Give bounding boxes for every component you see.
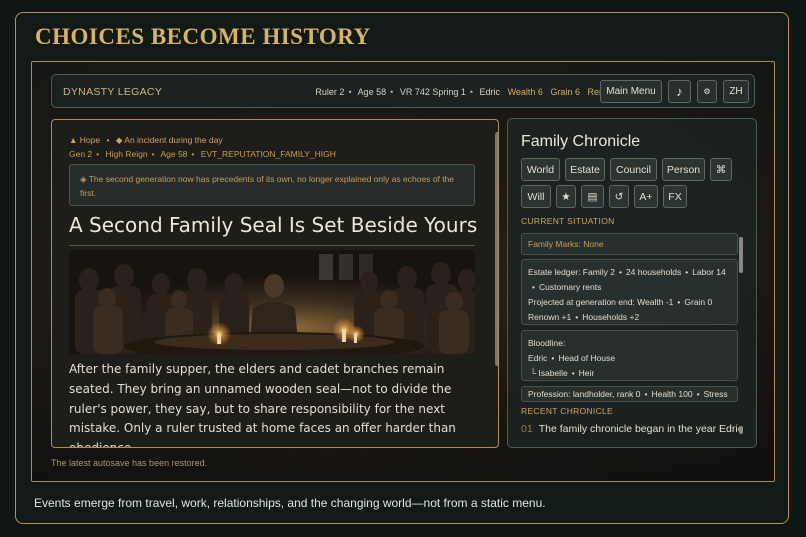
main-menu-button[interactable]: Main Menu	[600, 80, 662, 103]
event-title: A Second Family Seal Is Set Beside Yours	[69, 213, 478, 237]
head-role: Head of House	[558, 353, 616, 363]
command-icon[interactable]: ⌘	[710, 158, 732, 181]
wealth-stat: Wealth 6	[507, 87, 543, 97]
event-body-text: After the family supper, the elders and …	[69, 362, 456, 447]
language-toggle-button[interactable]: ZH	[723, 80, 749, 103]
date-stat: VR 742 Spring 1	[399, 87, 466, 97]
mood-label: ▲ Hope	[69, 135, 101, 145]
estate-button[interactable]: Estate	[565, 158, 605, 181]
projection-wealth: Projected at generation end: Wealth -1	[528, 297, 674, 307]
star-icon[interactable]: ★	[556, 185, 576, 208]
story-panel: ▲ Hope • ◆ An incident during the day Ge…	[51, 119, 499, 448]
settings-gear-icon[interactable]: ⚙	[697, 80, 717, 103]
head-name: Edric	[528, 353, 548, 363]
bloodline-label: Bloodline:	[528, 338, 566, 348]
grain-stat: Grain 6	[550, 87, 580, 97]
event-meta-line2: Gen 2 • High Reign • Age 58 • EVT_REPUTATIO…	[69, 149, 336, 159]
top-bar: DYNASTY LEGACY Ruler 2 • Age 58 • VR 742 S…	[51, 74, 755, 108]
ruler-stat: Ruler 2	[315, 87, 345, 97]
recent-chronicle-label: RECENT CHRONICLE	[521, 406, 614, 416]
projection-households: Households +2	[582, 312, 640, 322]
generation-label: Gen 2	[69, 149, 93, 159]
heir-role: Heir	[578, 368, 595, 378]
profession-line: Profession: landholder, rank 0	[528, 389, 641, 399]
chronicle-panel: Family Chronicle World Estate Council Pe…	[507, 118, 757, 448]
promo-headline: CHOICES BECOME HISTORY	[35, 24, 371, 49]
event-kind-label: ◆ An incident during the day	[115, 135, 223, 145]
story-scrollbar[interactable]	[495, 132, 498, 366]
estate-households: 24 households	[625, 267, 682, 277]
event-illustration	[69, 250, 475, 354]
profession-health: Health 100	[651, 389, 693, 399]
ledger-icon[interactable]: ▤	[581, 185, 604, 208]
bloodline-card: Bloodline: Edric • Head of House └ Isabell…	[521, 330, 738, 381]
estate-family: Estate ledger: Family 2	[528, 267, 615, 277]
recent-scrollbar[interactable]	[739, 426, 743, 434]
chronicle-entry[interactable]: 01 The family chronicle began in the year…	[521, 423, 743, 435]
music-icon[interactable]: ♪	[668, 80, 691, 103]
estate-rents: Customary rents	[538, 282, 602, 292]
estate-ledger-card: Estate ledger: Family 2 • 24 households • La…	[521, 259, 738, 325]
undo-icon[interactable]: ↺	[609, 185, 629, 208]
entry-text: The family chronicle began in the year E…	[538, 423, 743, 435]
promo-caption: Events emerge from travel, work, relatio…	[34, 496, 546, 510]
projection-grain: Grain 0	[684, 297, 713, 307]
situation-scrollbar[interactable]	[739, 237, 743, 273]
chronicle-title: Family Chronicle	[521, 133, 641, 150]
font-size-button[interactable]: A+	[634, 185, 658, 208]
projection-renown: Renown +1	[528, 312, 572, 322]
world-button[interactable]: World	[521, 158, 560, 181]
autosave-status: The latest autosave has been restored.	[51, 458, 208, 468]
estate-labor: Labor 14	[692, 267, 726, 277]
event-id-label: EVT_REPUTATION_FAMILY_HIGH	[200, 149, 336, 159]
person-button[interactable]: Person	[662, 158, 705, 181]
precedent-notice: ◈ The second generation now has preceden…	[69, 164, 475, 206]
entry-number: 01	[521, 423, 533, 435]
profession-card: Profession: landholder, rank 0 • Health 10…	[521, 386, 738, 402]
game-brand: DYNASTY LEGACY	[63, 86, 163, 98]
reign-label: High Reign	[105, 149, 148, 159]
age-stat: Age 58	[357, 87, 387, 97]
ruler-name: Edric	[479, 87, 501, 97]
council-button[interactable]: Council	[610, 158, 657, 181]
status-stats: Ruler 2 • Age 58 • VR 742 Spring 1 • Edric …	[315, 87, 628, 97]
current-situation-label: CURRENT SITUATION	[521, 216, 615, 226]
profession-stress: Stress	[703, 389, 728, 399]
title-divider	[69, 245, 475, 246]
will-button[interactable]: Will	[521, 185, 551, 208]
game-window: DYNASTY LEGACY Ruler 2 • Age 58 • VR 742 S…	[31, 61, 775, 482]
family-marks-card: Family Marks: None	[521, 233, 738, 255]
effects-button[interactable]: FX	[663, 185, 687, 208]
age-label: Age 58	[160, 149, 188, 159]
event-meta-line1: ▲ Hope • ◆ An incident during the day	[69, 135, 223, 145]
heir-name: └ Isabelle	[530, 368, 568, 378]
